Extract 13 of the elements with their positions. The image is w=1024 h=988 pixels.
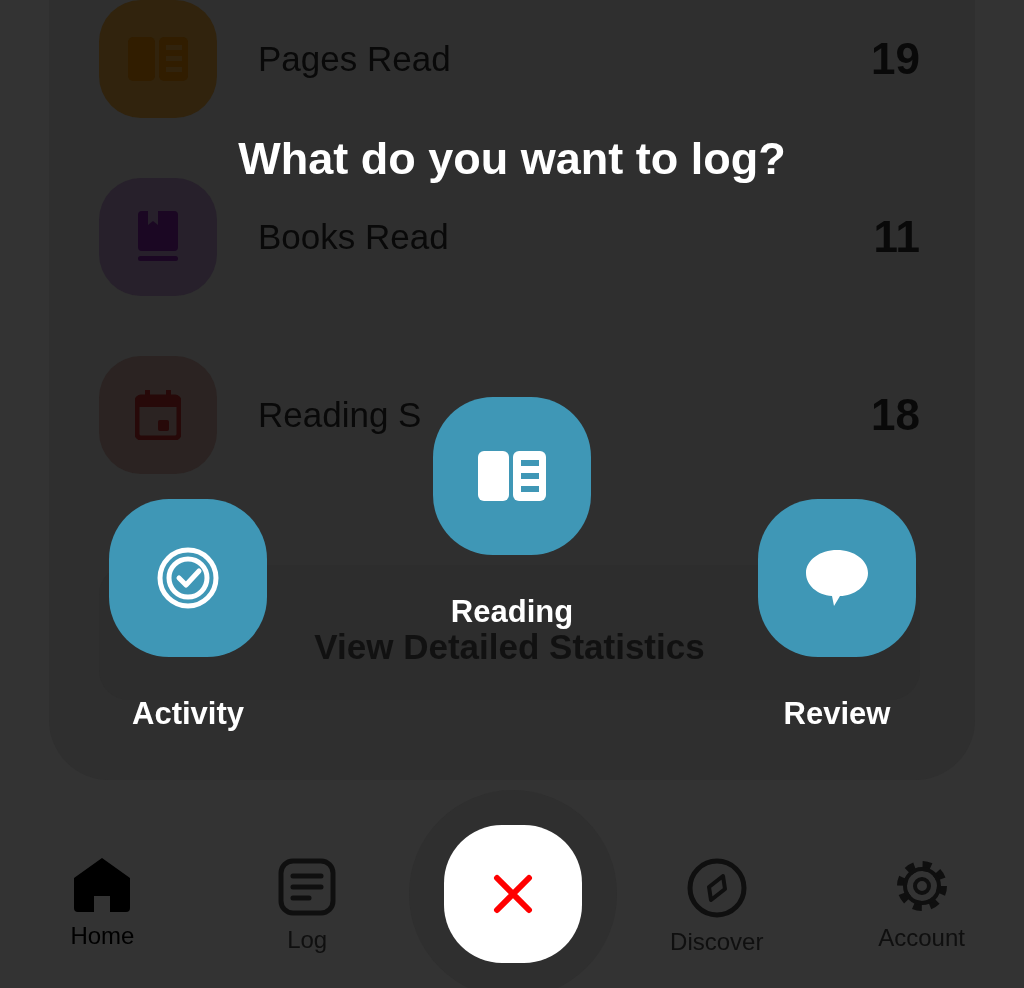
log-option-label: Reading [450, 596, 574, 628]
log-option-label: Review [783, 698, 891, 730]
overlay-title: What do you want to log? [237, 132, 787, 186]
calendar-icon [135, 390, 181, 440]
close-icon [493, 874, 533, 914]
check-circle-icon [156, 546, 220, 610]
list-icon [278, 858, 337, 916]
book-icon [138, 211, 178, 263]
home-icon [74, 858, 131, 912]
open-book-icon [478, 451, 546, 501]
speech-bubble-icon [806, 550, 868, 606]
compass-icon [686, 858, 747, 918]
log-option-label: Activity [132, 698, 244, 730]
